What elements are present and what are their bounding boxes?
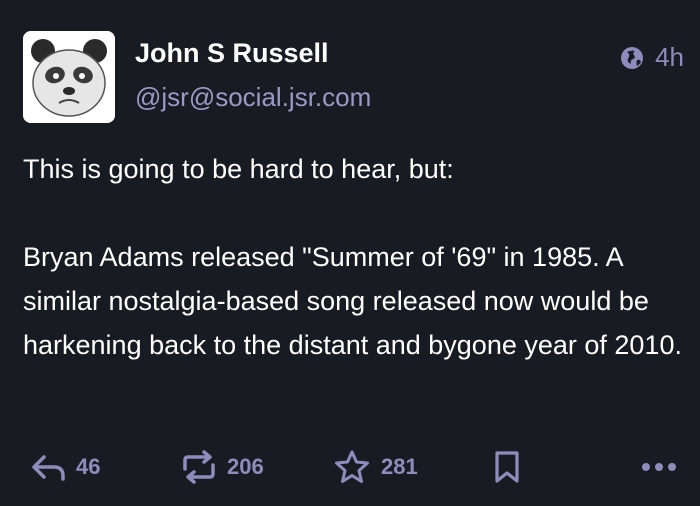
reply-icon <box>32 455 65 481</box>
favourite-count: 281 <box>381 454 418 479</box>
status-paragraph: Bryan Adams released "Summer of '69" in … <box>23 242 682 360</box>
panda-avatar-icon <box>23 31 115 123</box>
status-paragraph: This is going to be hard to hear, but: <box>23 154 454 184</box>
globe-icon <box>621 46 644 69</box>
reply-count: 46 <box>76 454 101 479</box>
account-handle[interactable]: @jsr@social.jsr.com <box>135 82 371 113</box>
boost-count: 206 <box>227 454 264 479</box>
avatar[interactable] <box>23 31 115 123</box>
bookmark-icon <box>495 451 519 483</box>
bookmark-button[interactable] <box>492 442 522 492</box>
boost-button[interactable]: 206 <box>181 442 264 492</box>
status-card: John S Russell @jsr@social.jsr.com 4h Th… <box>0 0 700 506</box>
reply-button[interactable]: 46 <box>30 442 100 492</box>
display-name[interactable]: John S Russell <box>135 38 329 69</box>
more-icon <box>642 463 676 471</box>
favourite-button[interactable]: 281 <box>333 442 418 492</box>
star-icon <box>335 450 369 483</box>
status-content: This is going to be hard to hear, but: B… <box>23 147 683 367</box>
post-meta: 4h <box>619 42 684 73</box>
boost-icon <box>183 450 215 484</box>
action-bar: 46 206 281 <box>0 442 700 492</box>
more-button[interactable] <box>641 442 677 492</box>
relative-time[interactable]: 4h <box>655 42 684 73</box>
